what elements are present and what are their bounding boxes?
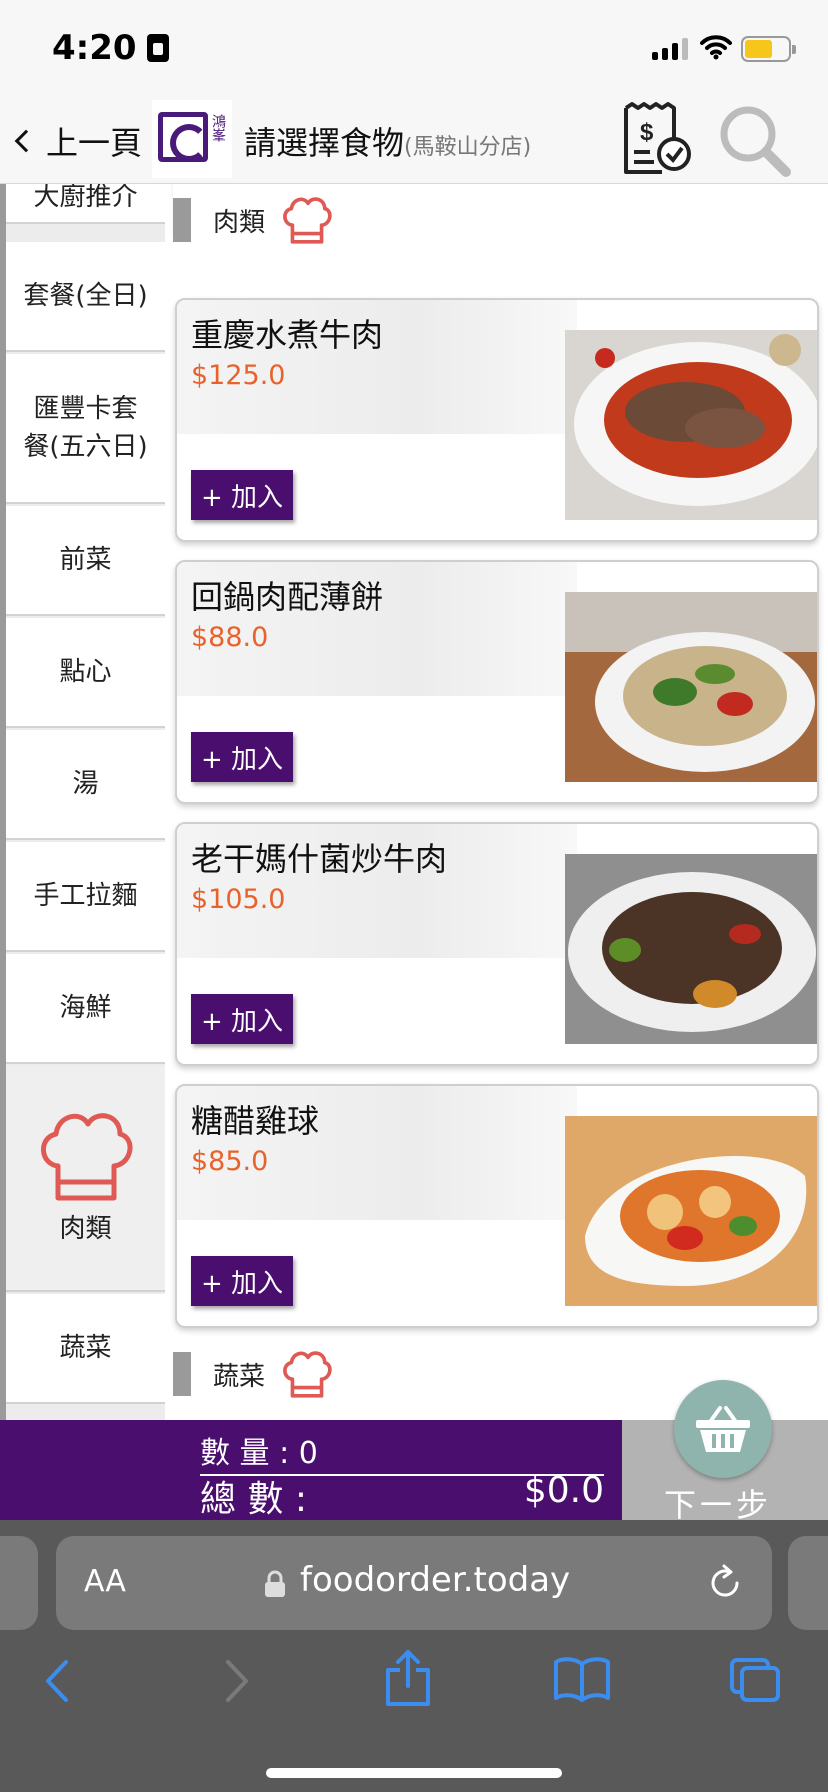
previous-tab-preview[interactable] (0, 1536, 38, 1630)
basket-icon[interactable] (674, 1380, 772, 1478)
search-icon[interactable] (716, 102, 794, 180)
dish-photo (565, 854, 817, 1044)
browser-back-icon[interactable] (40, 1656, 76, 1706)
next-step-button[interactable]: 下一步 (622, 1380, 828, 1524)
url-text: foodorder.today (300, 1560, 571, 1600)
order-receipt-icon[interactable]: $ (618, 100, 696, 178)
chef-hat-icon (40, 1113, 132, 1201)
sim-card-icon (146, 34, 169, 62)
status-bar: 4:20 (0, 0, 828, 92)
sidebar-item-vegetable[interactable]: 蔬菜 (6, 1294, 165, 1404)
browser-forward-icon[interactable] (218, 1656, 254, 1706)
dish-price: $125.0 (191, 360, 286, 391)
sidebar-item-set-allday[interactable]: 套餐(全日) (6, 242, 165, 352)
dish-price: $88.0 (191, 622, 269, 653)
dish-photo (565, 1116, 817, 1306)
total-value: $0.0 (523, 1470, 604, 1511)
dish-card: 老干媽什菌炒牛肉 $105.0 + 加入 (175, 822, 819, 1066)
dish-name: 重慶水煮牛肉 (191, 316, 384, 354)
back-button[interactable]: 上一頁 (14, 118, 143, 164)
sidebar-item-appetizer[interactable]: 前菜 (6, 506, 165, 616)
reload-icon[interactable] (706, 1564, 744, 1602)
sidebar-item-noodles[interactable]: 手工拉麵 (6, 842, 165, 952)
dish-photo (565, 330, 817, 520)
bookmarks-icon[interactable] (552, 1656, 612, 1702)
dish-card: 糖醋雞球 $85.0 + 加入 (175, 1084, 819, 1328)
chef-hat-icon (283, 197, 332, 244)
branch-subtitle: (馬鞍山分店) (404, 135, 532, 160)
dish-price: $105.0 (191, 884, 286, 915)
share-icon[interactable] (384, 1648, 432, 1708)
battery-icon (741, 36, 796, 62)
lock-icon (265, 1570, 285, 1597)
sidebar-item-hsbc-set[interactable]: 匯豐卡套 餐(五六日) (6, 354, 165, 504)
category-sidebar: 大廚推介 套餐(全日) 匯豐卡套 餐(五六日) 前菜 點心 湯 手工拉麵 海鮮 … (0, 184, 165, 1420)
order-summary-bar: 數 量 : 0 總 數 : $0.0 (0, 1420, 622, 1520)
dish-price: $85.0 (191, 1146, 269, 1177)
tabs-icon[interactable] (728, 1656, 784, 1704)
dish-name: 老干媽什菌炒牛肉 (191, 840, 448, 878)
dish-photo (565, 592, 817, 782)
dish-card: 重慶水煮牛肉 $125.0 + 加入 (175, 298, 819, 542)
sidebar-item-meat[interactable]: 肉類 (6, 1066, 165, 1292)
chevron-left-icon (14, 129, 38, 153)
total-label: 總 數 : (200, 1479, 308, 1520)
page-title: 請選擇食物(馬鞍山分店) (244, 124, 532, 162)
app-header: 上一頁 鴻峯 請選擇食物(馬鞍山分店) $ (0, 92, 828, 184)
time-text: 4:20 (52, 28, 137, 68)
dish-name: 糖醋雞球 (191, 1102, 320, 1140)
quantity-label: 數 量 : 0 (200, 1428, 604, 1476)
sidebar-item-chef-recommend[interactable]: 大廚推介 (6, 184, 165, 224)
next-tab-preview[interactable] (788, 1536, 828, 1630)
add-to-cart-button[interactable]: + 加入 (191, 470, 293, 520)
sidebar-item-seafood[interactable]: 海鮮 (6, 954, 165, 1064)
svg-text:$: $ (640, 119, 654, 146)
add-to-cart-button[interactable]: + 加入 (191, 994, 293, 1044)
add-to-cart-button[interactable]: + 加入 (191, 732, 293, 782)
back-label: 上一頁 (46, 124, 143, 162)
dish-card: 回鍋肉配薄餅 $88.0 + 加入 (175, 560, 819, 804)
wifi-icon (700, 35, 732, 60)
browser-chrome: AA foodorder.today (0, 1520, 828, 1792)
dish-name: 回鍋肉配薄餅 (191, 578, 384, 616)
cellular-signal-icon (652, 38, 688, 60)
sidebar-item-soup[interactable]: 湯 (6, 730, 165, 840)
status-time: 4:20 (52, 28, 169, 68)
restaurant-logo: 鴻峯 (152, 100, 232, 178)
category-header-meat: 肉類 (173, 184, 828, 256)
add-to-cart-button[interactable]: + 加入 (191, 1256, 293, 1306)
home-indicator (266, 1768, 562, 1778)
chef-hat-icon (283, 1351, 332, 1398)
dish-list: 肉類 重慶水煮牛肉 $125.0 + 加入 回鍋肉配薄餅 $88.0 + 加入 (165, 184, 828, 1420)
address-bar[interactable]: AA foodorder.today (56, 1536, 772, 1630)
sidebar-item-dimsum[interactable]: 點心 (6, 618, 165, 728)
text-size-button[interactable]: AA (84, 1564, 126, 1599)
